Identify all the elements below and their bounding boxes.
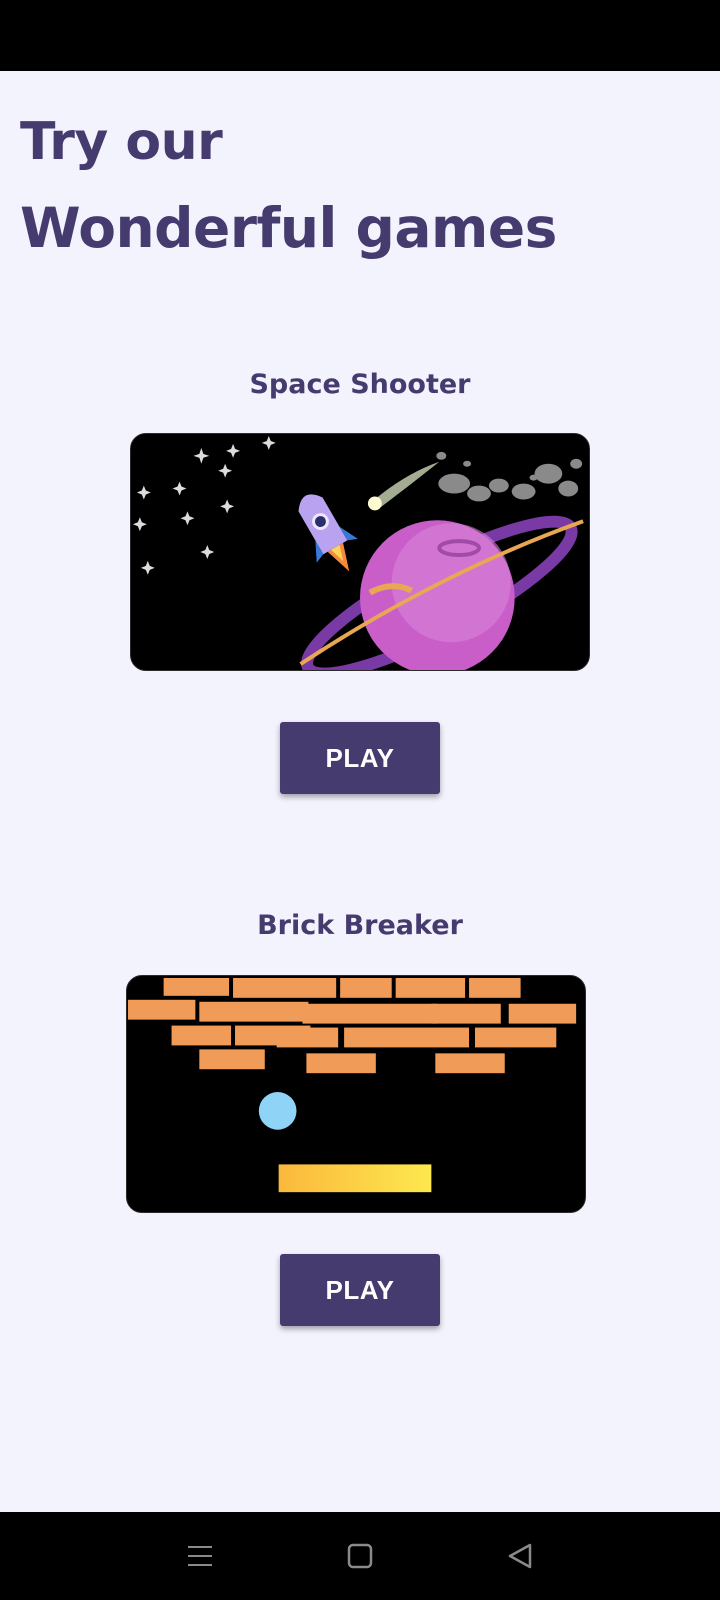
brick-breaker-play-button[interactable]: PLAY (280, 1254, 440, 1326)
game-title-brick-breaker: Brick Breaker (257, 910, 463, 941)
space-shooter-play-button[interactable]: PLAY (280, 722, 440, 794)
paddle-decoration (278, 1164, 432, 1193)
back-button[interactable] (490, 1526, 550, 1586)
page-headline: Try our Wonderful games (20, 106, 700, 278)
headline-line-1: Try our (20, 112, 223, 172)
home-square-icon (347, 1543, 373, 1569)
headline-line-2: Wonderful games (20, 196, 557, 260)
space-shooter-thumbnail[interactable] (130, 433, 590, 671)
back-triangle-icon (508, 1543, 532, 1569)
brick-breaker-thumbnail[interactable] (126, 975, 586, 1213)
system-navigation-bar (0, 1512, 720, 1600)
game-title-space-shooter: Space Shooter (249, 369, 471, 400)
menu-icon (188, 1546, 212, 1566)
brick-scene-image (127, 976, 585, 1212)
menu-button[interactable] (170, 1526, 230, 1586)
ball-decoration (258, 1092, 297, 1130)
space-scene-image (131, 434, 589, 670)
home-button[interactable] (330, 1526, 390, 1586)
status-bar (0, 0, 720, 71)
